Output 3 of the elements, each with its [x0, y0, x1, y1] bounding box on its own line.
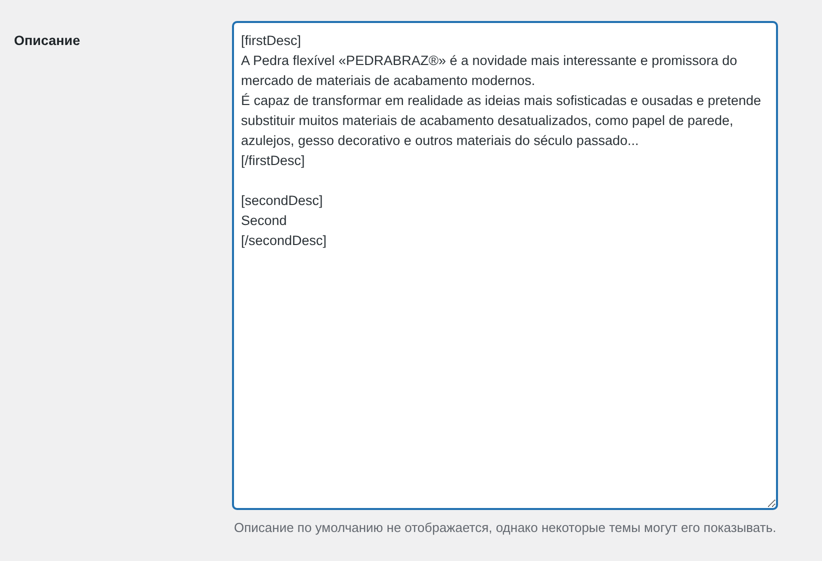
field-label: Описание	[14, 33, 80, 48]
description-field[interactable]: [firstDesc] A Pedra flexível «PEDRABRAZ®» é a novidade mais interessante e promissora do mercado de materiais de acabamento modernos. É capaz de transformar em realidade as ideias mais sofisticadas e ousadas e pretende substituir muitos materiais de acabamento desatualizados, como papel de parede, azulejos, gesso decorativo e outros materiais do século passado... [/firstDesc] [secondDesc] Second [/secondDesc]	[233, 22, 777, 509]
field-hint: Описание по умолчанию не отображается, однако некоторые темы могут его показывать.	[234, 519, 777, 537]
